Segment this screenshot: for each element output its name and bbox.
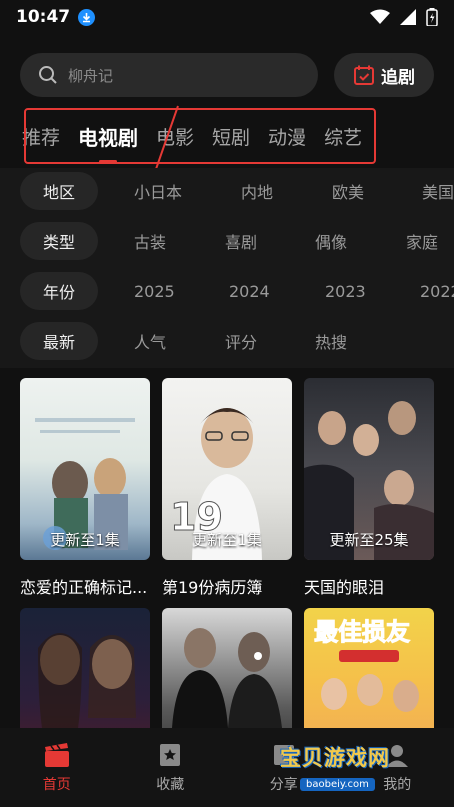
tab-short-drama[interactable]: 短剧 [212, 123, 250, 150]
nav-share[interactable]: 分享 [227, 728, 341, 807]
nav-home[interactable]: 首页 [0, 728, 114, 807]
poster-image: 19 更新至1集 [162, 378, 292, 560]
drama-title: 天国的眼泪 [304, 578, 385, 597]
episode-badge: 更新至1集 [192, 531, 262, 549]
wifi-icon [370, 9, 390, 24]
nav-home-label: 首页 [42, 776, 71, 793]
filter-option[interactable]: 欧美 [332, 179, 364, 203]
filter-option[interactable]: 2025 [134, 282, 175, 301]
user-icon [386, 744, 409, 767]
drama-title: 恋爱的正确标记... [20, 578, 148, 597]
filter-chip-sort[interactable]: 最新 [20, 322, 98, 360]
calendar-check-icon [354, 65, 374, 85]
filter-panel: 地区 小日本 内地 欧美 美国 类型 古装 喜剧 偶像 家庭 年份 2025 2… [0, 168, 454, 368]
filter-option[interactable]: 2023 [325, 282, 366, 301]
nav-mine-label: 我的 [383, 776, 412, 793]
nav-mine[interactable]: 我的 [341, 728, 454, 807]
bottom-navigation: 首页 收藏 分享 我的 [0, 728, 454, 807]
nav-favorites-label: 收藏 [156, 776, 185, 793]
poster-image: 更新至1集 [20, 378, 150, 560]
episode-badge: 更新至1集 [50, 531, 120, 549]
filter-option[interactable]: 古装 [134, 229, 166, 253]
drama-card[interactable]: 更新至1集 恋爱的正确标记... [20, 378, 150, 598]
tab-recommend[interactable]: 推荐 [22, 123, 60, 150]
tab-tv-series[interactable]: 电视剧 [78, 122, 138, 151]
drama-card[interactable]: 19 更新至1集 第19份病历簿 [162, 378, 292, 598]
share-icon [273, 744, 294, 765]
nav-favorites[interactable]: 收藏 [114, 728, 228, 807]
drama-card[interactable]: 更新至25集 天国的眼泪 [304, 378, 434, 598]
search-input[interactable]: 柳舟记 [20, 53, 318, 97]
episode-badge: 更新至25集 [329, 531, 409, 549]
battery-icon [426, 8, 438, 26]
filter-option[interactable]: 美国 [422, 179, 454, 203]
filter-row-sort: 最新 人气 评分 热搜 [0, 321, 454, 361]
filter-option[interactable]: 2024 [229, 282, 270, 301]
filter-option[interactable]: 内地 [241, 179, 273, 203]
filter-row-year: 年份 2025 2024 2023 2022 [0, 271, 454, 311]
clapperboard-icon [44, 742, 69, 767]
filter-option[interactable]: 偶像 [315, 229, 347, 253]
filter-option[interactable]: 喜剧 [225, 229, 257, 253]
filter-option[interactable]: 热搜 [315, 329, 347, 353]
tab-variety[interactable]: 综艺 [324, 123, 362, 150]
download-icon [78, 8, 96, 26]
filter-option[interactable]: 人气 [134, 329, 166, 353]
nav-share-label: 分享 [269, 776, 298, 793]
filter-option[interactable]: 家庭 [406, 229, 438, 253]
filter-option[interactable]: 评分 [225, 329, 257, 353]
filter-row-genre: 类型 古装 喜剧 偶像 家庭 [0, 221, 454, 261]
filter-row-region: 地区 小日本 内地 欧美 美国 [0, 171, 454, 211]
category-tabs: 推荐 电视剧 电影 短剧 动漫 综艺 [22, 112, 442, 160]
filter-chip-region[interactable]: 地区 [20, 172, 98, 210]
svg-text:最佳损友: 最佳损友 [314, 618, 410, 646]
drama-title: 第19份病历簿 [162, 578, 263, 597]
filter-chip-genre[interactable]: 类型 [20, 222, 98, 260]
filter-option[interactable]: 2022 [420, 282, 454, 301]
filter-option[interactable]: 小日本 [134, 179, 182, 203]
search-icon [39, 66, 57, 84]
tab-anime[interactable]: 动漫 [268, 123, 306, 150]
filter-chip-year[interactable]: 年份 [20, 272, 98, 310]
status-time: 10:47 [16, 7, 71, 27]
poster-image: 更新至25集 [304, 378, 434, 560]
follow-drama-button[interactable]: 追剧 [334, 53, 434, 97]
signal-icon [400, 9, 416, 25]
bookmark-star-icon [160, 743, 181, 766]
tab-movies[interactable]: 电影 [156, 123, 194, 150]
status-bar: 10:47 [0, 0, 454, 34]
follow-drama-label: 追剧 [381, 67, 415, 88]
search-placeholder: 柳舟记 [68, 66, 114, 85]
